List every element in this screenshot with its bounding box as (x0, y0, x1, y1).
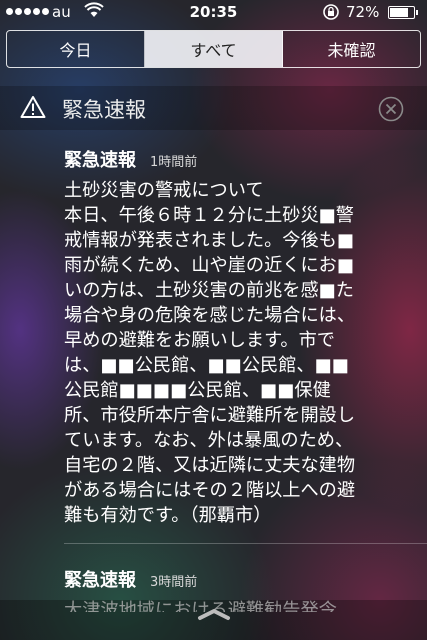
notification-source: 緊急速報 (64, 570, 136, 591)
battery-icon (388, 6, 418, 19)
tab-today[interactable]: 今日 (7, 31, 145, 67)
tab-all[interactable]: すべて (145, 31, 283, 67)
rotation-lock-icon (322, 3, 340, 25)
notification-body: 土砂災害の警戒について 本日、午後６時１２分に土砂災■警 戒情報が発表されました… (64, 180, 356, 526)
notification-header: 緊急速報 3時間前 (64, 566, 337, 592)
divider (64, 543, 427, 544)
notification-tabs: 今日 すべて 未確認 (6, 30, 421, 68)
close-icon[interactable] (378, 96, 404, 126)
notification-source: 緊急速報 (64, 150, 136, 171)
battery-percent: 72% (346, 3, 380, 21)
warning-icon (20, 95, 46, 123)
status-bar: au 20:35 72% (0, 0, 427, 24)
grabber-bar[interactable] (0, 600, 427, 640)
chevron-up-icon[interactable] (196, 606, 232, 625)
notification-time: 1時間前 (150, 155, 198, 170)
notification-time: 3時間前 (150, 575, 198, 590)
section-header: 緊急速報 (0, 86, 427, 130)
section-title: 緊急速報 (62, 98, 146, 122)
tab-missed[interactable]: 未確認 (283, 31, 420, 67)
notification-header: 緊急速報 1時間前 (64, 146, 355, 172)
notification-item[interactable]: 緊急速報 1時間前 土砂災害の警戒について 本日、午後６時１２分に土砂災■警 戒情… (64, 146, 355, 528)
